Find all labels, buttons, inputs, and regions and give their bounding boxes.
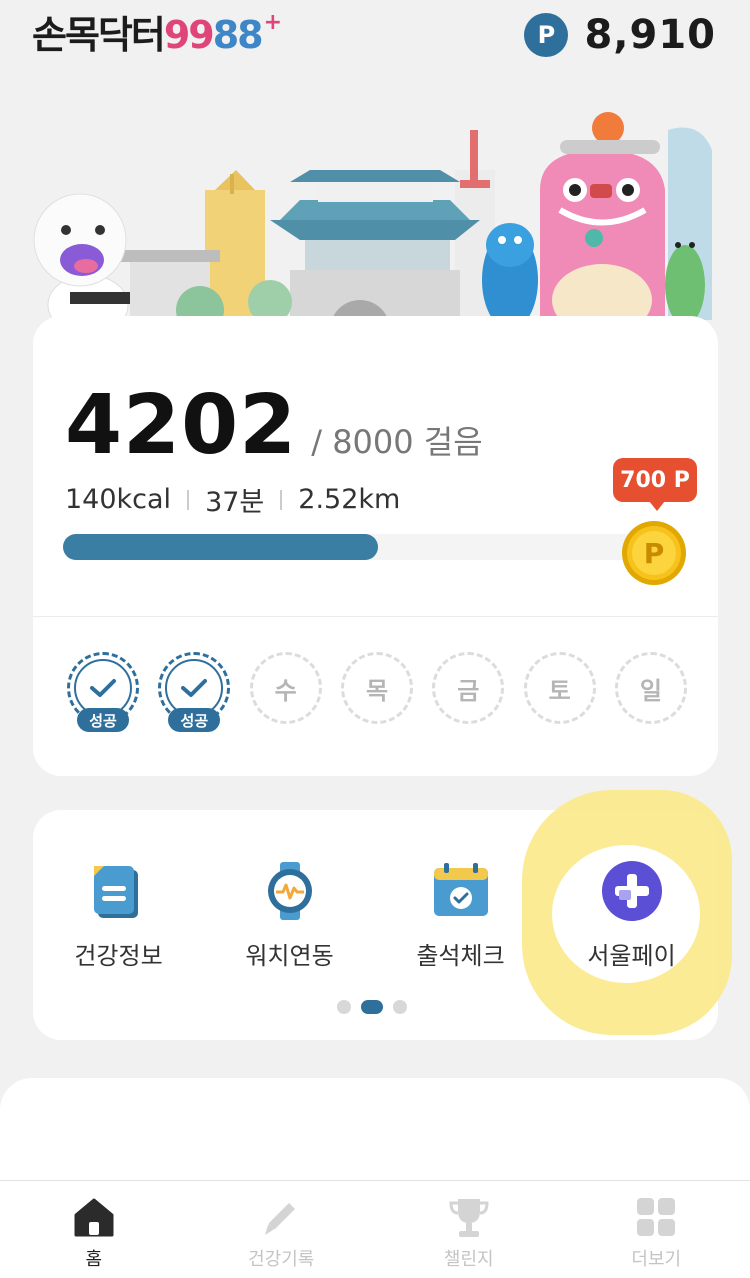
points-value: 8,910	[584, 12, 716, 58]
activity-stats: 140kcal 37분 2.52km	[65, 480, 400, 519]
card-divider	[33, 616, 718, 617]
nav-item-label: 홈	[85, 1249, 103, 1270]
success-tag: 성공	[77, 708, 129, 732]
distance-stat: 2.52km	[298, 484, 401, 515]
nav-item-3[interactable]: 더보기	[563, 1181, 750, 1278]
calendar-check-icon	[430, 860, 492, 922]
pencil-icon	[259, 1195, 303, 1239]
day-1: 성공	[158, 652, 231, 732]
day-label: 토	[523, 652, 596, 724]
menu-item-2[interactable]: 출석체크	[375, 860, 546, 971]
menu-item-label: 출석체크	[416, 942, 505, 970]
menu-item-0[interactable]: 건강정보	[33, 860, 204, 971]
step-summary-card[interactable]: 4202 / 8000 걸음 140kcal 37분 2.52km 700 P …	[33, 316, 718, 776]
logo-text: 손목닥터	[32, 13, 166, 57]
day-label: 일	[614, 652, 687, 724]
stat-divider	[187, 489, 190, 510]
nav-item-1[interactable]: 건강기록	[188, 1181, 376, 1278]
menu-item-label: 서울페이	[587, 942, 676, 970]
step-count: 4202	[65, 378, 298, 473]
grid-icon	[634, 1195, 678, 1239]
day-label: 금	[432, 652, 505, 724]
nav-item-0[interactable]: 홈	[0, 1181, 188, 1278]
day-0: 성공	[67, 652, 139, 732]
reward-points-badge: 700 P	[613, 458, 697, 511]
step-progress-bar	[63, 534, 663, 560]
day-label: 목	[340, 652, 413, 724]
document-icon	[88, 860, 150, 922]
nav-item-2[interactable]: 챌린지	[375, 1181, 563, 1278]
nav-item-label: 건강기록	[248, 1249, 315, 1270]
pager-dot[interactable]	[337, 1000, 351, 1014]
stat-divider	[280, 489, 283, 510]
trophy-icon	[447, 1195, 491, 1239]
success-tag: 성공	[168, 708, 221, 732]
nav-item-label: 더보기	[631, 1249, 682, 1270]
step-progress-fill	[63, 534, 378, 560]
app-logo: 손목닥터 99 88 +	[32, 10, 282, 58]
seoul-pay-icon	[601, 860, 663, 922]
day-label: 수	[249, 652, 322, 724]
day-3: 목	[340, 652, 413, 724]
pager-dot[interactable]	[393, 1000, 407, 1014]
menu-item-label: 건강정보	[74, 942, 163, 970]
step-goal: / 8000 걸음	[311, 423, 483, 461]
day-4: 금	[432, 652, 505, 724]
coin-icon[interactable]: P	[621, 520, 687, 586]
nav-item-label: 챌린지	[443, 1249, 494, 1270]
blue-dino-mascot	[482, 223, 538, 330]
menu-item-1[interactable]: 워치연동	[204, 860, 375, 971]
day-2: 수	[249, 652, 322, 724]
menu-item-3[interactable]: 서울페이	[546, 860, 717, 971]
app-header: 손목닥터 99 88 + P 8,910	[0, 0, 750, 72]
points-balance[interactable]: P 8,910	[524, 12, 716, 58]
day-5: 토	[523, 652, 596, 724]
calories-stat: 140kcal	[65, 484, 172, 515]
quick-menu: 건강정보 워치연동 출석체크 서울페이	[33, 860, 718, 971]
step-count-row: 4202 / 8000 걸음	[65, 378, 483, 473]
point-coin-icon: P	[524, 13, 569, 57]
logo-number-88: 88	[212, 13, 264, 57]
home-icon	[72, 1195, 116, 1239]
day-6: 일	[614, 652, 687, 724]
logo-number-99: 99	[163, 13, 215, 57]
tiger-mascot	[33, 193, 130, 336]
pager-dots[interactable]	[337, 1000, 417, 1014]
bottom-navigation: 홈 건강기록 챌린지 더보기	[0, 1180, 750, 1278]
pager-dot[interactable]	[361, 1000, 383, 1014]
hero-illustration	[33, 112, 712, 336]
weekly-attendance: 성공 성공 수 목 금 토 일	[67, 652, 687, 732]
palace-gate	[270, 170, 480, 330]
menu-item-label: 워치연동	[245, 942, 334, 970]
coin-letter: P	[644, 537, 665, 570]
pink-monster-mascot	[540, 112, 665, 336]
watch-icon	[259, 860, 321, 922]
logo-plus: +	[263, 10, 282, 35]
duration-stat: 37분	[205, 487, 265, 518]
